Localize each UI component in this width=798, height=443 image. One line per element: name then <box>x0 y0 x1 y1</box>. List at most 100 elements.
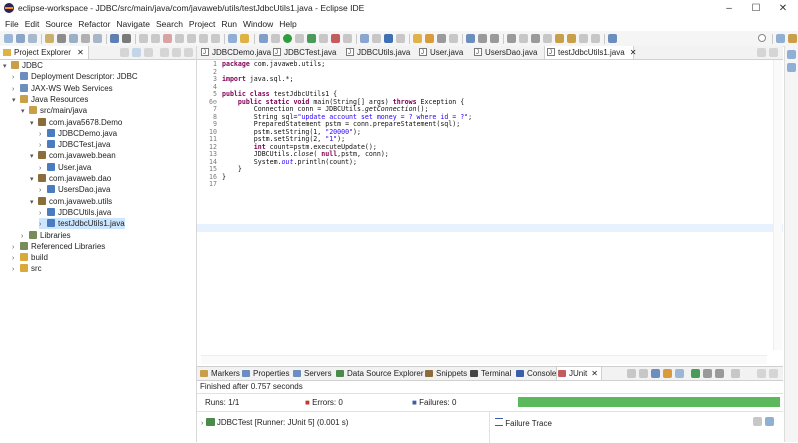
tree-item[interactable]: › build <box>12 252 48 263</box>
tree-item[interactable]: › JAX-WS Web Services <box>12 83 113 94</box>
tree-item[interactable]: › Deployment Descriptor: JDBC <box>12 71 138 82</box>
menu-edit[interactable]: Edit <box>22 17 43 31</box>
link-editor-icon[interactable] <box>132 48 141 57</box>
chevron-down-icon[interactable]: ▾ <box>21 106 29 117</box>
test-result-item[interactable]: › JDBCTest [Runner: JUnit 5] (0.001 s) <box>201 418 348 427</box>
compare-result-icon[interactable] <box>765 417 774 426</box>
maximize-button[interactable]: ☐ <box>743 1 769 16</box>
terminate-icon[interactable] <box>163 34 172 43</box>
maximize-view-icon[interactable] <box>184 48 193 57</box>
stop-icon[interactable] <box>703 369 712 378</box>
tree-item[interactable]: › testJdbcUtils1.java <box>39 218 125 230</box>
chevron-down-icon[interactable]: ▾ <box>3 61 11 72</box>
tree-item[interactable]: › UsersDao.java <box>39 184 110 195</box>
step-return-icon[interactable] <box>211 34 220 43</box>
dropdown-chevron-icon[interactable] <box>319 34 328 43</box>
explorer-close-icon[interactable]: ✕ <box>77 48 84 57</box>
terminal-icon[interactable] <box>57 34 66 43</box>
menu-file[interactable]: File <box>2 17 22 31</box>
task-list-icon[interactable] <box>787 63 796 72</box>
debug-icon[interactable] <box>259 34 268 43</box>
editor-tab[interactable]: UsersDao.java <box>472 46 544 60</box>
tree-item[interactable]: › JDBCTest.java <box>39 139 110 150</box>
chevron-right-icon[interactable]: › <box>12 264 20 275</box>
bottom-tab[interactable]: JUnit ✕ <box>556 367 602 380</box>
outline-icon[interactable] <box>787 50 796 59</box>
tree-item[interactable]: ▾ Java Resources <box>12 94 88 105</box>
toggle-icon[interactable] <box>93 34 102 43</box>
dropdown-chevron-icon[interactable] <box>396 34 405 43</box>
java-ee-perspective-icon[interactable] <box>788 34 797 43</box>
bottom-tab[interactable]: Properties <box>241 367 289 380</box>
menu-refactor[interactable]: Refactor <box>75 17 113 31</box>
chevron-down-icon[interactable]: ▾ <box>30 174 38 185</box>
open-perspective-icon[interactable] <box>776 34 785 43</box>
vertical-scrollbar[interactable] <box>773 60 782 350</box>
menu-project[interactable]: Project <box>186 17 218 31</box>
last-edit-location-icon[interactable] <box>555 34 564 43</box>
chevron-down-icon[interactable]: ▾ <box>12 95 20 106</box>
view-menu-icon[interactable] <box>160 48 169 57</box>
chevron-down-icon[interactable]: ▾ <box>30 197 38 208</box>
bottom-tab[interactable]: Markers <box>199 367 240 380</box>
dropdown-chevron-icon[interactable] <box>295 34 304 43</box>
menu-window[interactable]: Window <box>240 17 276 31</box>
dropdown-chevron-icon[interactable] <box>591 34 600 43</box>
collapse-all-icon[interactable] <box>120 48 129 57</box>
editor-tab[interactable]: JDBCUtils.java <box>344 46 417 60</box>
next-failure-icon[interactable] <box>627 369 636 378</box>
format-icon[interactable] <box>81 34 90 43</box>
menu-navigate[interactable]: Navigate <box>113 17 153 31</box>
back-icon[interactable] <box>567 34 576 43</box>
tree-item[interactable]: › JDBCDemo.java <box>39 128 117 139</box>
tree-item[interactable]: ▾ com.java5678.Demo <box>30 117 122 128</box>
show-failures-only-icon[interactable] <box>651 369 660 378</box>
tree-item[interactable]: ▾ src/main/java <box>21 105 87 116</box>
tree-item[interactable]: ▾ JDBC <box>3 60 43 71</box>
pin-icon[interactable] <box>69 34 78 43</box>
run-icon[interactable] <box>283 34 292 43</box>
maximize-panel-icon[interactable] <box>769 369 778 378</box>
view-menu-icon[interactable] <box>731 369 740 378</box>
skip-breakpoints-icon[interactable] <box>122 34 131 43</box>
step-over-icon[interactable] <box>199 34 208 43</box>
rerun-icon[interactable] <box>675 369 684 378</box>
close-button[interactable]: ✕ <box>770 1 796 16</box>
previous-annotation-icon[interactable] <box>531 34 540 43</box>
step-into-icon[interactable] <box>187 34 196 43</box>
new-icon[interactable] <box>4 34 13 43</box>
editor-tab[interactable]: User.java <box>417 46 472 60</box>
close-tab-icon[interactable]: ✕ <box>630 48 637 57</box>
menu-source[interactable]: Source <box>42 17 75 31</box>
menu-search[interactable]: Search <box>153 17 186 31</box>
tree-item[interactable]: ▾ com.javaweb.bean <box>30 150 116 161</box>
toggle-mark-icon[interactable] <box>466 34 475 43</box>
pin-editor-icon[interactable] <box>608 34 617 43</box>
forward-icon[interactable] <box>579 34 588 43</box>
rerun-failed-first-icon[interactable] <box>691 369 700 378</box>
close-tab-icon[interactable]: ✕ <box>591 369 598 378</box>
tree-item[interactable]: › User.java <box>39 162 91 173</box>
minimize-panel-icon[interactable] <box>757 369 766 378</box>
tree-item[interactable]: ▾ com.javaweb.dao <box>30 173 111 184</box>
suspend-icon[interactable] <box>151 34 160 43</box>
bottom-tab[interactable]: Terminal <box>469 367 511 380</box>
resume-icon[interactable] <box>139 34 148 43</box>
bottom-tab[interactable]: Console <box>515 367 556 380</box>
menu-help[interactable]: Help <box>276 17 299 31</box>
build-icon[interactable] <box>45 34 54 43</box>
minimize-button[interactable]: – <box>716 1 742 16</box>
new-class-icon[interactable] <box>228 34 237 43</box>
open-folder-icon[interactable] <box>413 34 422 43</box>
bottom-tab[interactable]: Data Source Explorer <box>335 367 423 380</box>
bottom-tab[interactable]: Snippets <box>424 367 467 380</box>
block-selection-icon[interactable] <box>478 34 487 43</box>
dropdown-chevron-icon[interactable] <box>449 34 458 43</box>
dropdown-chevron-icon[interactable] <box>372 34 381 43</box>
coverage-icon[interactable] <box>307 34 316 43</box>
horizontal-scrollbar[interactable] <box>201 355 767 364</box>
minimize-editor-icon[interactable] <box>757 48 766 57</box>
tree-item[interactable]: ▾ com.javaweb.utils <box>30 196 112 207</box>
disconnect-icon[interactable] <box>175 34 184 43</box>
new-java-project-icon[interactable] <box>360 34 369 43</box>
